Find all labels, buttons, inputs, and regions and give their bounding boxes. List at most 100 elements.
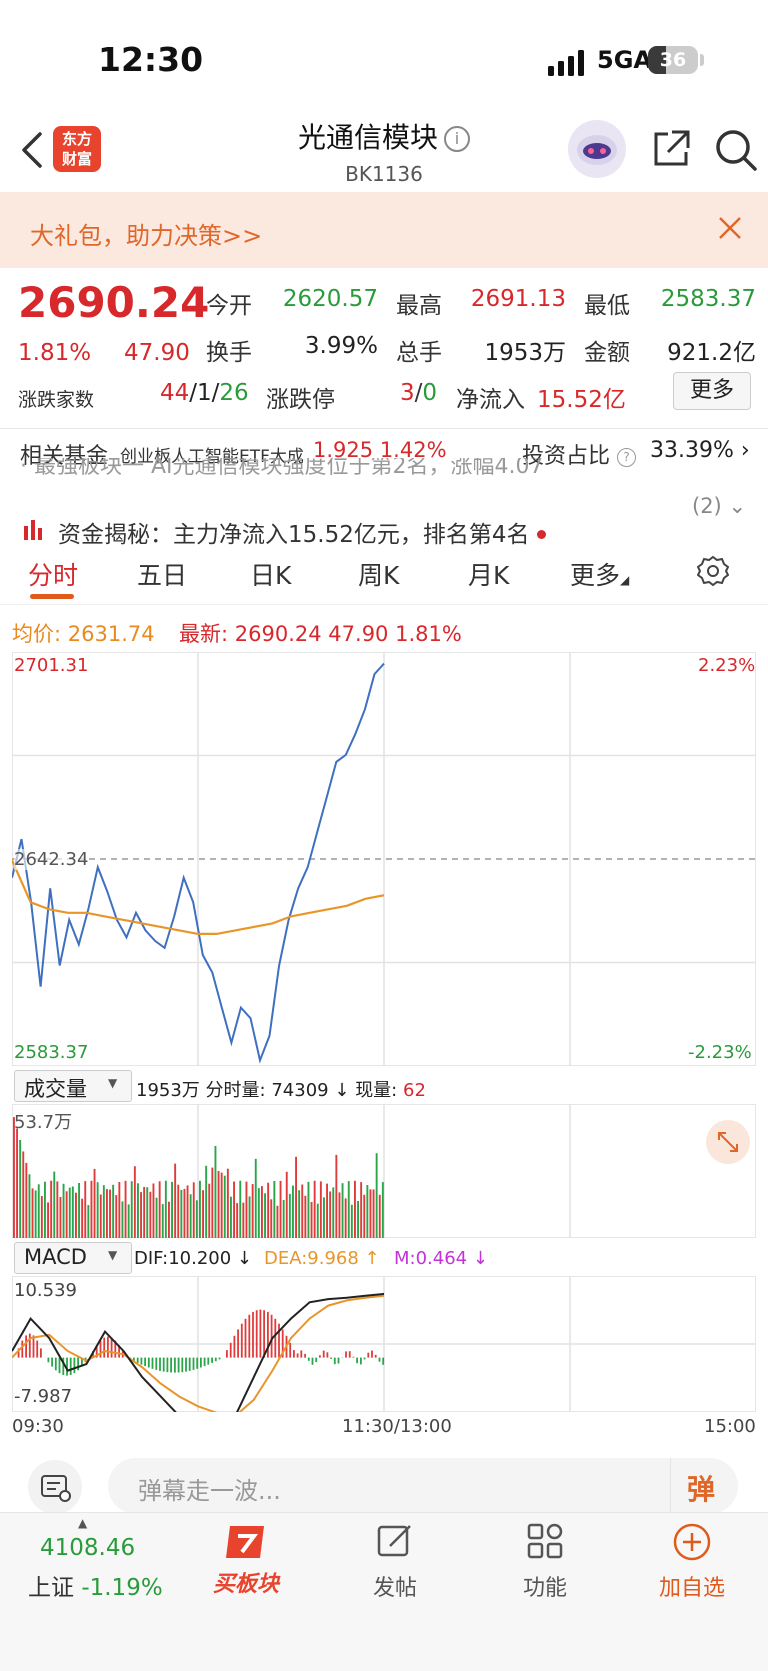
volume-bar	[103, 1185, 105, 1238]
volume-bar	[35, 1190, 37, 1238]
index-quote[interactable]: 上证 -1.19%	[28, 1568, 163, 1602]
macd-min-label: -7.987	[14, 1386, 72, 1407]
tab-monthly-k[interactable]: 月K	[468, 556, 509, 592]
add-watchlist-label[interactable]: 加自选	[632, 1570, 752, 1602]
buy-sector-icon[interactable]	[222, 1522, 272, 1562]
macd-histogram-bar	[167, 1358, 169, 1373]
volume-select-label: 成交量	[24, 1073, 87, 1103]
tab-intraday[interactable]: 分时	[28, 556, 78, 592]
tab-more[interactable]: 更多◢	[570, 556, 629, 592]
macd-histogram-bar	[36, 1341, 38, 1358]
volume-bar	[351, 1205, 353, 1238]
caret-icon: ◢	[620, 573, 629, 587]
tab-daily-k[interactable]: 日K	[250, 556, 291, 592]
amount-label: 金额	[584, 333, 630, 367]
search-icon[interactable]	[714, 128, 758, 172]
macd-histogram-bar	[103, 1338, 105, 1358]
macd-chart[interactable]	[12, 1276, 756, 1412]
macd-histogram-bar	[196, 1358, 198, 1369]
volume-bar	[60, 1197, 62, 1238]
index-pct: -1.19%	[81, 1575, 162, 1601]
inflow-label: 净流入	[456, 380, 525, 414]
volume-bar	[143, 1187, 145, 1238]
post-label[interactable]: 发帖	[335, 1570, 455, 1602]
volume-bar	[218, 1171, 220, 1238]
add-watchlist-icon[interactable]	[672, 1522, 712, 1562]
danmu-toggle[interactable]: 弹	[670, 1458, 739, 1514]
volume-bar	[252, 1184, 254, 1238]
edit-post-icon[interactable]	[376, 1522, 414, 1560]
volume-bar	[373, 1189, 375, 1238]
volume-bar	[184, 1189, 186, 1238]
function-label[interactable]: 功能	[485, 1570, 605, 1602]
turnover-value: 3.99%	[270, 333, 378, 359]
volume-label: 总手	[396, 333, 442, 367]
share-icon[interactable]	[650, 128, 692, 170]
settings-gear-icon[interactable]	[697, 555, 729, 587]
volume-bar	[29, 1174, 31, 1238]
volume-bar	[193, 1182, 195, 1238]
more-button[interactable]: 更多	[673, 372, 751, 410]
volume-bar	[242, 1203, 244, 1238]
macd-histogram-bar	[25, 1335, 27, 1357]
macd-histogram-bar	[315, 1358, 317, 1363]
active-tab-underline	[30, 594, 74, 599]
volume-bar	[153, 1184, 155, 1239]
news-line1: · 最强板块一 AI光通信模块强度位于第2名，涨幅4.07	[20, 458, 670, 480]
macd-histogram-bar	[382, 1358, 384, 1365]
macd-histogram-bar	[185, 1358, 187, 1372]
volume-bar	[270, 1199, 272, 1238]
macd-dif: DIF:10.200 ↓	[134, 1248, 252, 1269]
danmu-settings-icon[interactable]	[28, 1460, 82, 1514]
tab-weekly-k[interactable]: 周K	[358, 556, 399, 592]
volume-bar	[38, 1184, 40, 1238]
volume-bar	[25, 1163, 27, 1238]
down-count: 26	[219, 380, 248, 406]
macd-histogram-bar	[55, 1358, 57, 1371]
macd-histogram-bar	[256, 1310, 258, 1357]
macd-histogram-bar	[330, 1358, 332, 1359]
news-count-text: (2)	[692, 494, 722, 518]
pct-min-label: -2.23%	[688, 1042, 752, 1063]
macd-histogram-bar	[219, 1358, 221, 1360]
volume-bar	[171, 1182, 173, 1238]
function-grid-icon[interactable]	[526, 1522, 564, 1560]
volume-bar	[273, 1181, 275, 1238]
macd-histogram-bar	[200, 1358, 202, 1368]
volume-chart[interactable]	[12, 1104, 756, 1238]
volume-bar	[78, 1183, 80, 1238]
news-count[interactable]: (2) ⌄	[692, 494, 746, 518]
inflow-value: 15.52亿	[537, 380, 626, 414]
signal-icon	[548, 50, 588, 76]
buy-sector-label[interactable]: 买板块	[186, 1566, 306, 1598]
chevron-down-icon: ⌄	[728, 494, 746, 518]
macd-histogram-bar	[204, 1358, 206, 1367]
macd-histogram-bar	[360, 1358, 362, 1365]
macd-histogram-bar	[297, 1354, 299, 1358]
latest-value: 2690.24	[235, 622, 322, 646]
macd-histogram-bar	[170, 1358, 172, 1373]
volume-bar	[22, 1151, 24, 1238]
expand-icon[interactable]	[706, 1120, 750, 1164]
volume-bar	[233, 1182, 235, 1239]
volume-bar	[366, 1185, 368, 1238]
volume-bar	[342, 1183, 344, 1238]
index-value[interactable]: 4108.46	[40, 1535, 135, 1561]
volume-bar	[289, 1194, 291, 1238]
danmu-placeholder: 弹幕走一波...	[138, 1471, 281, 1506]
news-item-partial[interactable]: · 最强板块一 AI光通信模块强度位于第2名，涨幅4.07	[20, 458, 670, 480]
volume-max-label: 53.7万	[14, 1108, 72, 1134]
robot-avatar-icon[interactable]	[568, 120, 626, 178]
close-icon[interactable]	[716, 214, 744, 242]
limit-down: 0	[422, 380, 437, 406]
change-amount: 47.90	[124, 340, 190, 366]
info-icon[interactable]: i	[444, 126, 470, 152]
volume-bar	[224, 1176, 226, 1238]
volume-bar	[363, 1195, 365, 1238]
intraday-price-chart[interactable]	[12, 652, 756, 1066]
volume-bar	[311, 1202, 313, 1238]
macd-histogram-bar	[155, 1358, 157, 1370]
volume-bar	[190, 1194, 192, 1238]
promo-text[interactable]: 大礼包，助力决策>>	[30, 216, 262, 251]
tab-five-day[interactable]: 五日	[137, 556, 187, 592]
